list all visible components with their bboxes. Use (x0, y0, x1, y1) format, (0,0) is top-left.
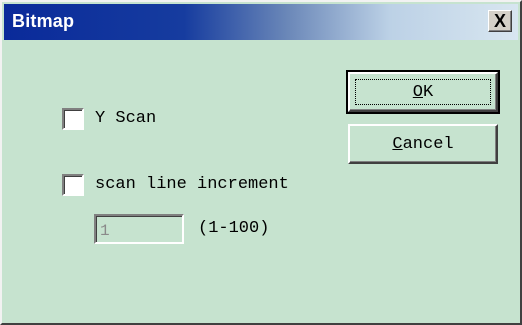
close-button[interactable]: X (488, 10, 512, 32)
scan-line-increment-checkbox[interactable] (62, 174, 84, 196)
scan-line-increment-input[interactable] (94, 214, 184, 244)
y-scan-label: Y Scan (95, 109, 157, 128)
increment-range-hint: (1-100) (198, 219, 270, 238)
bitmap-dialog: Bitmap X OK Cancel Y Scan scan line incr… (0, 0, 522, 325)
title-bar[interactable]: Bitmap X (4, 4, 518, 40)
scan-line-increment-label: scan line increment (95, 175, 289, 194)
close-icon: X (493, 10, 506, 31)
y-scan-checkbox[interactable] (62, 108, 84, 130)
ok-button[interactable]: OK (346, 70, 500, 114)
focus-rectangle (355, 79, 491, 105)
cancel-button[interactable]: Cancel (348, 124, 498, 164)
cancel-label: Cancel (392, 134, 454, 154)
window-title: Bitmap (12, 11, 75, 31)
